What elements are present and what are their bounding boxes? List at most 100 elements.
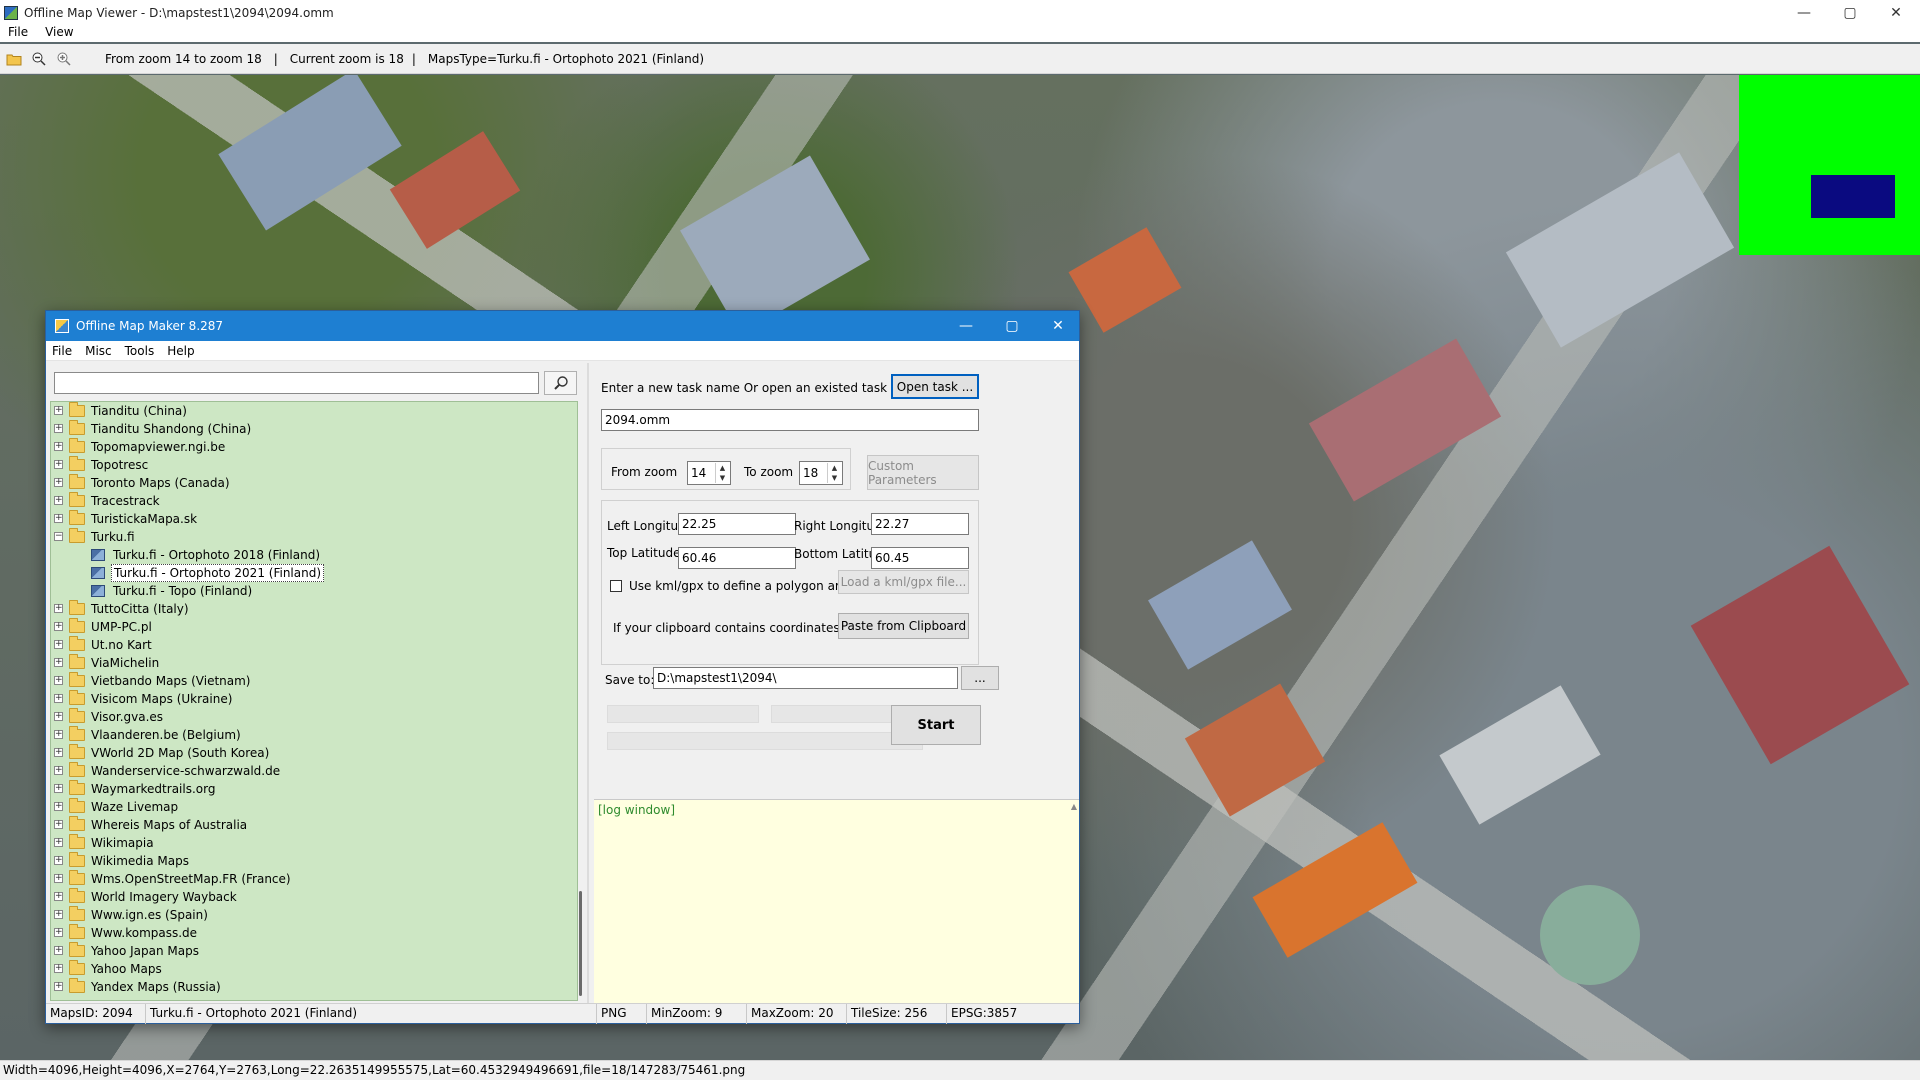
bottom-latitude-field[interactable]: 60.45 xyxy=(871,547,969,569)
expand-icon[interactable]: + xyxy=(54,892,63,901)
from-zoom-stepper[interactable]: 14 ▲ ▼ xyxy=(687,461,731,485)
expand-icon[interactable]: + xyxy=(54,730,63,739)
save-path-field[interactable]: D:\mapstest1\2094\ xyxy=(653,667,958,689)
paste-clipboard-button[interactable]: Paste from Clipboard xyxy=(838,613,969,639)
stepper-up-icon[interactable]: ▲ xyxy=(832,464,837,472)
tree-folder[interactable]: + Topomapviewer.ngi.be xyxy=(51,438,577,456)
dialog-close-button[interactable]: ✕ xyxy=(1035,311,1081,341)
tree-folder[interactable]: + Tracestrack xyxy=(51,492,577,510)
expand-icon[interactable]: + xyxy=(54,820,63,829)
expand-icon[interactable]: + xyxy=(54,604,63,613)
tree-folder[interactable]: + TuristickaMapa.sk xyxy=(51,510,577,528)
search-button[interactable] xyxy=(544,371,577,395)
tree-folder[interactable]: + Visor.gva.es xyxy=(51,708,577,726)
tree-folder[interactable]: + Tianditu (China) xyxy=(51,402,577,420)
task-name-field[interactable]: 2094.omm xyxy=(601,409,979,431)
tree-folder[interactable]: + Yahoo Japan Maps xyxy=(51,942,577,960)
tree-scrollbar[interactable] xyxy=(579,401,585,1001)
minimap[interactable] xyxy=(1739,75,1920,255)
zoom-out-icon[interactable] xyxy=(28,48,50,70)
dialog-maximize-button[interactable]: ▢ xyxy=(989,311,1035,341)
tree-folder[interactable]: + TuttoCitta (Italy) xyxy=(51,600,577,618)
tree-folder[interactable]: + Toronto Maps (Canada) xyxy=(51,474,577,492)
pane-divider[interactable] xyxy=(587,363,589,1005)
tree-folder[interactable]: + Vlaanderen.be (Belgium) xyxy=(51,726,577,744)
tree-folder[interactable]: + VWorld 2D Map (South Korea) xyxy=(51,744,577,762)
tree-folder[interactable]: − Turku.fi xyxy=(51,528,577,546)
tree-folder[interactable]: + Wms.OpenStreetMap.FR (France) xyxy=(51,870,577,888)
tree-folder[interactable]: + ViaMichelin xyxy=(51,654,577,672)
expand-icon[interactable]: + xyxy=(54,910,63,919)
map-source-tree[interactable]: + Tianditu (China) + Tianditu Shandong (Chi… xyxy=(50,401,578,1001)
expand-icon[interactable]: + xyxy=(54,424,63,433)
expand-icon[interactable]: + xyxy=(54,622,63,631)
expand-icon[interactable]: + xyxy=(54,442,63,451)
tree-folder[interactable]: + Waymarkedtrails.org xyxy=(51,780,577,798)
dialog-minimize-button[interactable]: — xyxy=(943,311,989,341)
log-window[interactable]: [log window] ▲ ▼ xyxy=(594,799,1079,1014)
expand-icon[interactable]: + xyxy=(54,874,63,883)
tree-folder[interactable]: + World Imagery Wayback xyxy=(51,888,577,906)
tree-folder[interactable]: + Visicom Maps (Ukraine) xyxy=(51,690,577,708)
tree-leaf-map[interactable]: Turku.fi - Ortophoto 2021 (Finland) xyxy=(51,564,577,582)
expand-icon[interactable]: + xyxy=(54,946,63,955)
browse-button[interactable]: ... xyxy=(961,666,999,690)
tree-leaf-map[interactable]: Turku.fi - Topo (Finland) xyxy=(51,582,577,600)
start-button[interactable]: Start xyxy=(891,705,981,745)
menu-view[interactable]: View xyxy=(37,25,82,39)
expand-icon[interactable]: + xyxy=(54,748,63,757)
top-latitude-field[interactable]: 60.46 xyxy=(678,547,796,569)
expand-icon[interactable]: + xyxy=(54,712,63,721)
expand-icon[interactable]: + xyxy=(54,676,63,685)
tree-folder[interactable]: + Wikimedia Maps xyxy=(51,852,577,870)
scroll-up-icon[interactable]: ▲ xyxy=(1071,802,1077,811)
collapse-icon[interactable]: − xyxy=(54,532,63,541)
tree-folder[interactable]: + Wanderservice-schwarzwald.de xyxy=(51,762,577,780)
stepper-up-icon[interactable]: ▲ xyxy=(720,464,725,472)
tree-folder[interactable]: + UMP-PC.pl xyxy=(51,618,577,636)
dialog-menu-misc[interactable]: Misc xyxy=(79,344,119,358)
expand-icon[interactable]: + xyxy=(54,856,63,865)
right-longitude-field[interactable]: 22.27 xyxy=(871,513,969,535)
expand-icon[interactable]: + xyxy=(54,928,63,937)
expand-icon[interactable]: + xyxy=(54,514,63,523)
expand-icon[interactable]: + xyxy=(54,964,63,973)
stepper-down-icon[interactable]: ▼ xyxy=(720,474,725,482)
to-zoom-stepper[interactable]: 18 ▲ ▼ xyxy=(799,461,843,485)
open-folder-icon[interactable] xyxy=(3,48,25,70)
tree-folder[interactable]: + Tianditu Shandong (China) xyxy=(51,420,577,438)
tree-folder[interactable]: + Ut.no Kart xyxy=(51,636,577,654)
expand-icon[interactable]: + xyxy=(54,838,63,847)
tree-leaf-map[interactable]: Turku.fi - Ortophoto 2018 (Finland) xyxy=(51,546,577,564)
dialog-menu-file[interactable]: File xyxy=(46,344,79,358)
expand-icon[interactable]: + xyxy=(54,802,63,811)
tree-folder[interactable]: + Www.kompass.de xyxy=(51,924,577,942)
tree-folder[interactable]: + Whereis Maps of Australia xyxy=(51,816,577,834)
tree-folder[interactable]: + Yandex Maps (Russia) xyxy=(51,978,577,996)
expand-icon[interactable]: + xyxy=(54,496,63,505)
left-longitude-field[interactable]: 22.25 xyxy=(678,513,796,535)
expand-icon[interactable]: + xyxy=(54,460,63,469)
tree-folder[interactable]: + Topotresc xyxy=(51,456,577,474)
minimap-viewport[interactable] xyxy=(1811,175,1895,218)
zoom-in-icon[interactable] xyxy=(53,48,75,70)
kml-polygon-checkbox[interactable] xyxy=(610,580,622,592)
expand-icon[interactable]: + xyxy=(54,694,63,703)
map-search-input[interactable] xyxy=(54,372,539,394)
load-kml-button[interactable]: Load a kml/gpx file... xyxy=(838,570,969,594)
tree-folder[interactable]: + Www.ign.es (Spain) xyxy=(51,906,577,924)
expand-icon[interactable]: + xyxy=(54,406,63,415)
expand-icon[interactable]: + xyxy=(54,658,63,667)
open-task-button[interactable]: Open task ... xyxy=(891,374,979,399)
expand-icon[interactable]: + xyxy=(54,982,63,991)
dialog-menu-help[interactable]: Help xyxy=(161,344,201,358)
dialog-menu-tools[interactable]: Tools xyxy=(119,344,162,358)
tree-folder[interactable]: + Waze Livemap xyxy=(51,798,577,816)
expand-icon[interactable]: + xyxy=(54,640,63,649)
expand-icon[interactable]: + xyxy=(54,766,63,775)
stepper-down-icon[interactable]: ▼ xyxy=(832,474,837,482)
custom-parameters-button[interactable]: Custom Parameters xyxy=(867,455,979,490)
tree-scrollbar-thumb[interactable] xyxy=(579,891,582,996)
tree-folder[interactable]: + Yahoo Maps xyxy=(51,960,577,978)
menu-file[interactable]: File xyxy=(0,25,37,39)
